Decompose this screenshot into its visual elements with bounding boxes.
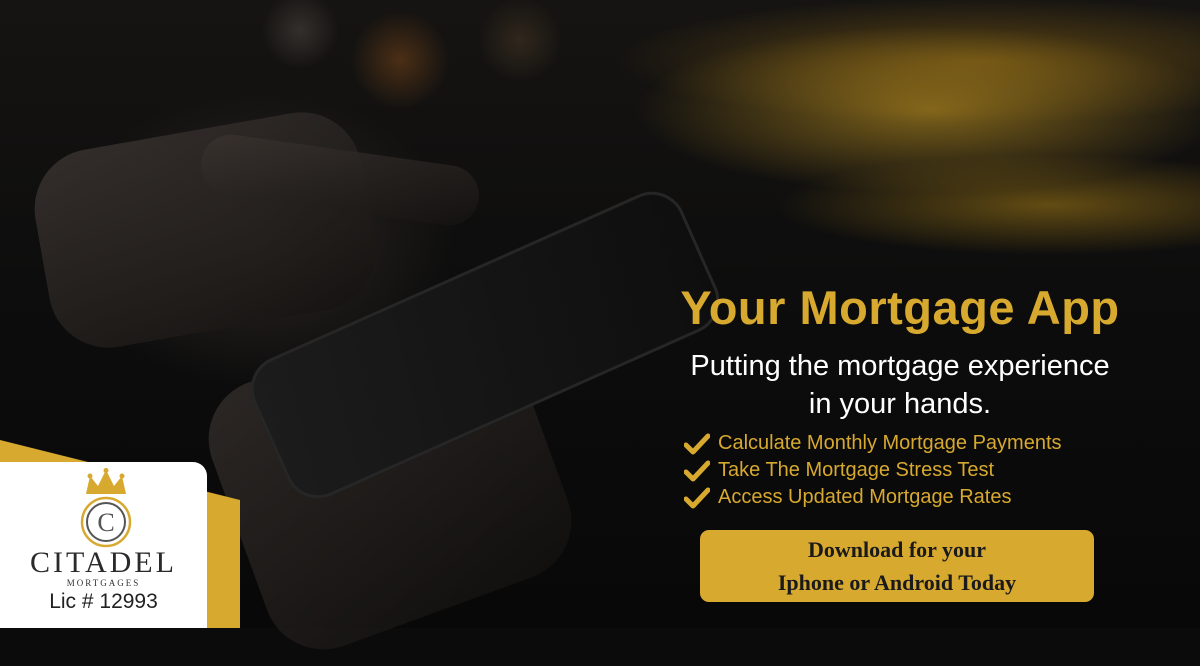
logo-card: C CITADEL MORTGAGES Lic # 12993 — [0, 462, 207, 628]
brand-name: CITADEL — [30, 546, 177, 579]
feature-list: Calculate Monthly Mortgage Payments Take… — [684, 430, 1062, 511]
license-number: Lic # 12993 — [49, 590, 158, 613]
feature-item: Access Updated Mortgage Rates — [684, 484, 1062, 511]
crown-icon: C — [80, 468, 132, 548]
feature-text: Take The Mortgage Stress Test — [718, 459, 995, 481]
logo-letter: C — [97, 508, 114, 537]
feature-text: Access Updated Mortgage Rates — [718, 486, 1012, 508]
download-button-line-1: Download for your — [807, 537, 987, 562]
download-button-line-2: Iphone or Android Today — [777, 570, 1017, 595]
feature-item: Calculate Monthly Mortgage Payments — [684, 430, 1062, 457]
check-icon — [684, 433, 710, 454]
download-button[interactable]: Download for your Iphone or Android Toda… — [700, 530, 1094, 602]
brand-subtitle: MORTGAGES — [66, 578, 141, 588]
check-icon — [684, 460, 710, 481]
subheadline-line-1: Putting the mortgage experience — [690, 350, 1110, 382]
subheadline-line-2: in your hands. — [808, 388, 992, 420]
check-icon — [684, 487, 710, 508]
feature-item: Take The Mortgage Stress Test — [684, 457, 1062, 484]
feature-text: Calculate Monthly Mortgage Payments — [718, 432, 1062, 454]
headline: Your Mortgage App — [680, 281, 1120, 334]
